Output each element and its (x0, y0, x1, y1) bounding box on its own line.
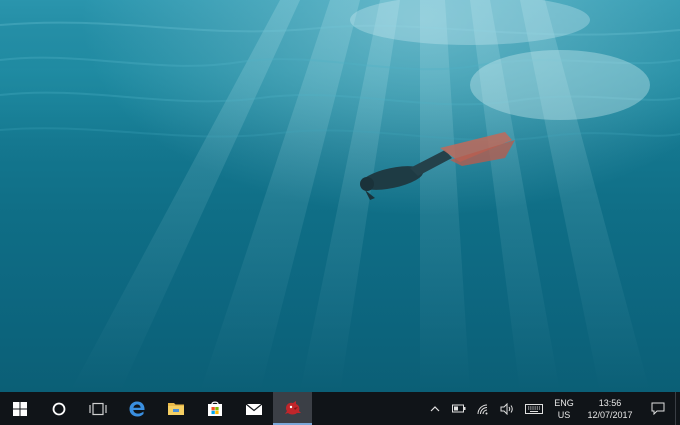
input-language-button[interactable]: ENG US (549, 392, 579, 425)
cortana-button[interactable] (39, 392, 78, 425)
mail-button[interactable] (234, 392, 273, 425)
mail-icon (245, 403, 262, 415)
battery-icon (452, 404, 466, 413)
file-explorer-button[interactable] (156, 392, 195, 425)
wifi-icon (477, 404, 488, 414)
language-region: US (557, 409, 571, 420)
touch-keyboard-button[interactable] (519, 392, 549, 425)
clock-date: 12/07/2017 (587, 409, 633, 420)
chevron-up-icon (430, 405, 440, 411)
speaker-icon (500, 402, 513, 415)
edge-button[interactable] (117, 392, 156, 425)
start-button[interactable] (0, 392, 39, 425)
keyboard-icon (525, 403, 543, 414)
notification-icon (651, 402, 665, 415)
show-hidden-icons-button[interactable] (423, 392, 447, 425)
folder-icon (167, 403, 184, 415)
underwater-wallpaper-art (0, 0, 680, 392)
language-code: ENG (554, 397, 574, 408)
cortana-circle-icon (52, 402, 65, 415)
red-bird-app-icon (284, 400, 301, 414)
network-button[interactable] (471, 392, 495, 425)
clock-button[interactable]: 13:56 12/07/2017 (579, 392, 641, 425)
edge-icon (129, 401, 144, 416)
store-bag-icon (207, 401, 222, 416)
system-tray: ENG US 13:56 12/07/2017 (423, 392, 680, 425)
volume-button[interactable] (495, 392, 519, 425)
windows-logo-icon (12, 401, 27, 416)
store-button[interactable] (195, 392, 234, 425)
clock-time: 13:56 (598, 397, 622, 408)
task-view-icon (88, 402, 107, 415)
show-desktop-button[interactable] (675, 392, 680, 425)
battery-button[interactable] (447, 392, 471, 425)
desktop-wallpaper (0, 0, 680, 392)
taskbar: ENG US 13:56 12/07/2017 (0, 392, 680, 425)
action-center-button[interactable] (641, 392, 675, 425)
active-app-button[interactable] (273, 392, 312, 425)
task-view-button[interactable] (78, 392, 117, 425)
